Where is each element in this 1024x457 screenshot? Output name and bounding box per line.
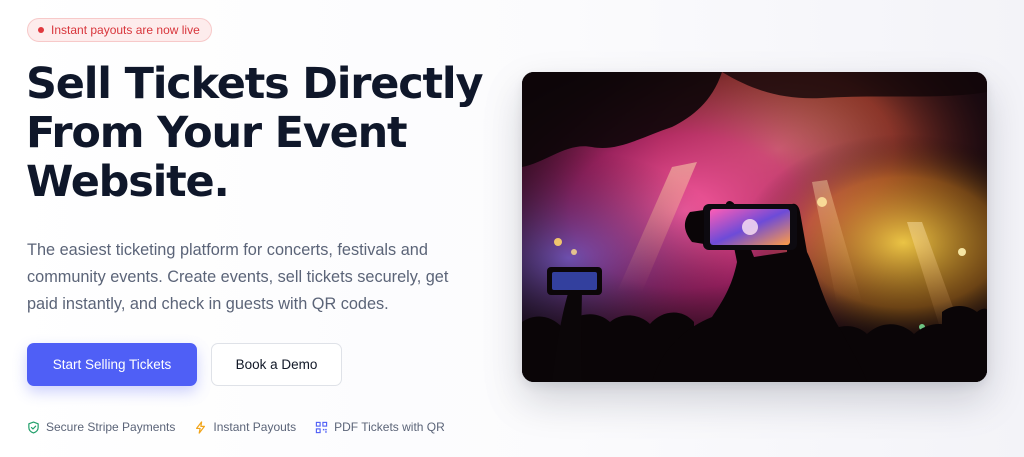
start-selling-button[interactable]: Start Selling Tickets — [27, 343, 197, 386]
feature-list: Secure Stripe Payments Instant Payouts P… — [27, 418, 464, 436]
page-title: Sell Tickets Directly From Your Event We… — [26, 59, 483, 207]
shield-check-icon — [28, 421, 39, 434]
feature-item-secure-payments: Secure Stripe Payments — [27, 420, 175, 434]
feature-item-instant-payouts: Instant Payouts — [194, 420, 296, 434]
feature-item-pdf-tickets: PDF Tickets with QR — [315, 420, 445, 434]
qr-code-icon — [315, 421, 328, 433]
announcement-badge[interactable]: Instant payouts are now live — [27, 18, 212, 42]
feature-label: PDF Tickets with QR — [334, 420, 445, 434]
landing-hero-section: Instant payouts are now live Sell Ticket… — [0, 0, 1024, 457]
book-demo-button[interactable]: Book a Demo — [211, 343, 342, 386]
live-dot-icon — [38, 27, 44, 33]
feature-label: Instant Payouts — [213, 420, 297, 434]
lightning-icon — [196, 420, 206, 434]
announcement-text: Instant payouts are now live — [51, 23, 200, 37]
page-subtitle: The easiest ticketing platform for conce… — [27, 241, 449, 313]
concert-crowd-image — [522, 72, 987, 382]
hero-image — [522, 72, 987, 382]
feature-label: Secure Stripe Payments — [46, 420, 176, 434]
